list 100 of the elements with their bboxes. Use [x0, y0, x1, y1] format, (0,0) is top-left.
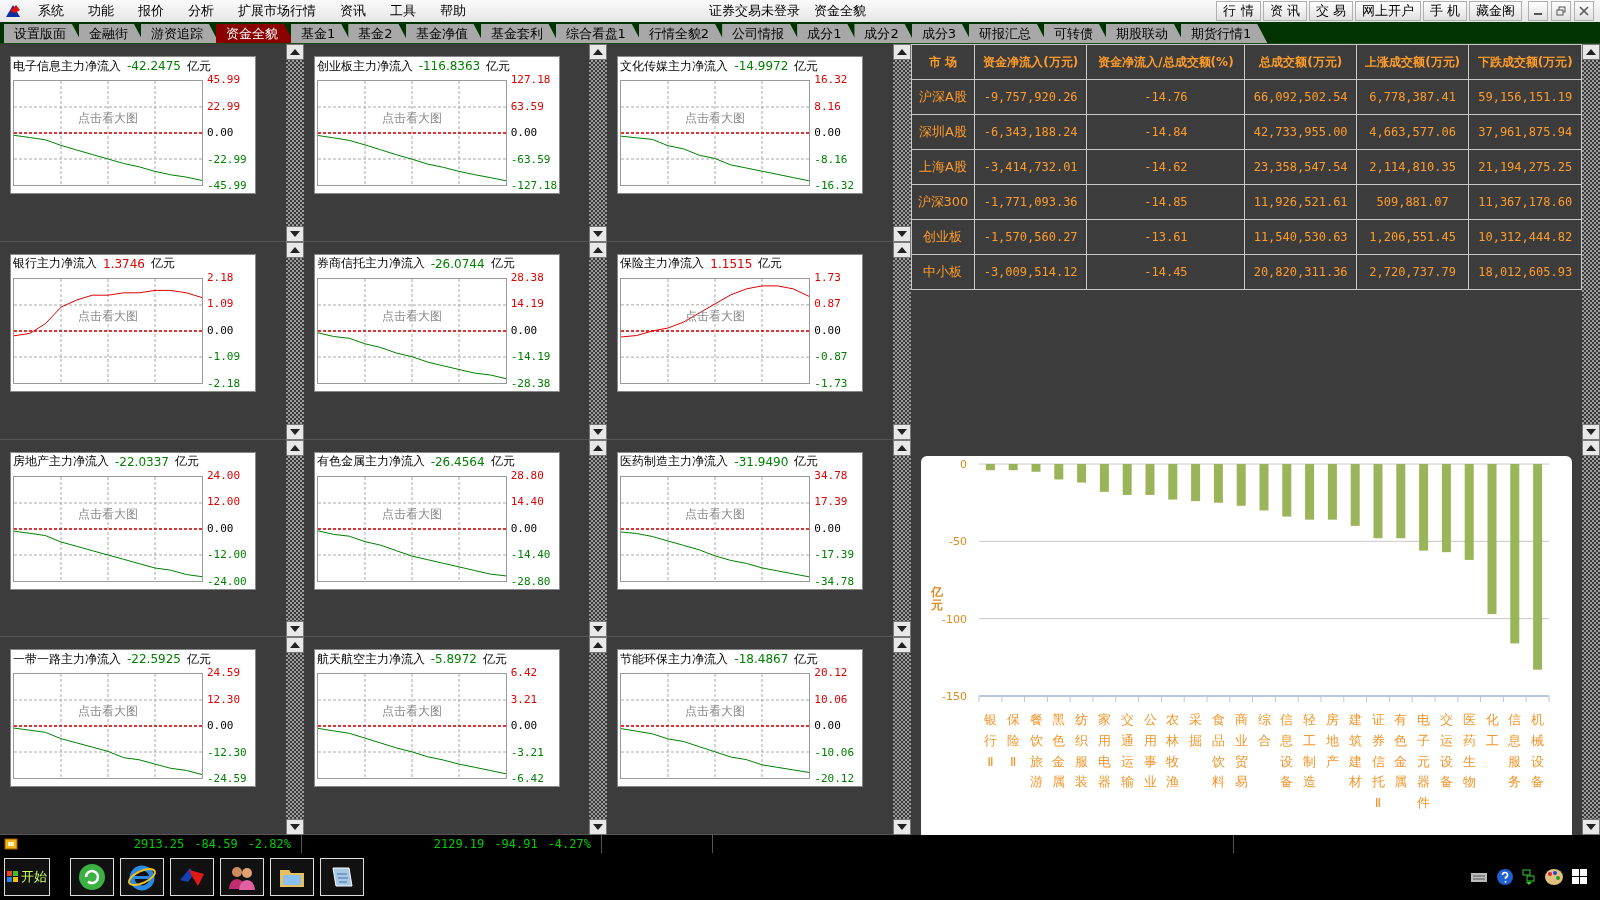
taskbar-button[interactable] — [170, 857, 214, 896]
chart-card[interactable]: 医药制造主力净流入 -31.9490 亿元 点击看大图 34.78 17.39 0.00 -17.39 -34.78 — [617, 451, 864, 590]
bar — [1327, 463, 1337, 520]
chart-card[interactable]: 文化传媒主力净流入 -14.9972 亿元 点击看大图 16.32 8.16 0.00 -8.16 -16.32 — [617, 56, 864, 194]
menu-item[interactable]: 分析 — [176, 2, 226, 20]
chart-card[interactable]: 创业板主力净流入 -116.8363 亿元 点击看大图 127.18 63.59 0.00 -63.59 -127.18 — [313, 56, 560, 194]
palette-icon[interactable] — [1544, 867, 1564, 886]
chart-card[interactable]: 一带一路主力净流入 -22.5925 亿元 点击看大图 24.59 12.30 0.00 -12.30 -24.59 — [10, 649, 256, 788]
category-label: 建筑建材 — [1348, 711, 1362, 789]
chart-card[interactable]: 有色金属主力净流入 -26.4564 亿元 点击看大图 28.80 14.40 0.00 -14.40 -28.80 — [313, 451, 560, 590]
toolbar-button[interactable]: 网上开户 — [1354, 1, 1421, 21]
tab[interactable]: 基金套利 — [480, 24, 559, 43]
toolbar-button[interactable]: 资 讯 — [1262, 1, 1307, 21]
column-header: 下跌成交额(万元) — [1468, 44, 1582, 80]
toolbar-button[interactable]: 行 情 — [1216, 1, 1261, 21]
tab[interactable]: 期货行情1 — [1180, 24, 1268, 43]
tab[interactable]: 设置版面 — [4, 24, 82, 43]
axis-tick-label: -22.99 — [207, 153, 247, 166]
start-button[interactable]: 开始 — [4, 857, 50, 896]
restore-button[interactable] — [1551, 1, 1571, 21]
axis-tick-label: -12.30 — [207, 746, 247, 759]
table-cell: 10,312,444.82 — [1468, 219, 1582, 255]
close-button[interactable] — [1574, 1, 1594, 21]
tab[interactable]: 金融街 — [79, 24, 144, 43]
chart-card[interactable]: 房地产主力净流入 -22.0337 亿元 点击看大图 24.00 12.00 0.00 -12.00 -24.00 — [10, 451, 256, 590]
chart-hint[interactable]: 点击看大图 — [78, 505, 138, 523]
axis-tick-label: 63.59 — [510, 100, 545, 113]
table-cell: 59,156,151.19 — [1468, 79, 1582, 115]
tab[interactable]: 成分2 — [854, 24, 915, 43]
scroll-down-button[interactable] — [589, 423, 608, 440]
chart-card[interactable]: 银行主力净流入 1.3746 亿元 点击看大图 2.18 1.09 0.00 -1.09 -2.18 — [10, 253, 256, 392]
axis-tick-label: -45.99 — [207, 180, 247, 192]
tab[interactable]: 基金净值 — [405, 24, 484, 43]
axis-tick-label: 1.73 — [814, 271, 842, 284]
chart-card[interactable]: 电子信息主力净流入 -42.2475 亿元 点击看大图 45.99 22.99 0.00 -22.99 -45.99 — [10, 56, 256, 194]
tab[interactable]: 游资追踪 — [141, 24, 219, 43]
scroll-down-button[interactable] — [589, 225, 608, 242]
table-cell: -14.62 — [1086, 149, 1245, 185]
help-icon[interactable] — [1496, 867, 1514, 886]
bar — [1236, 463, 1246, 506]
tab[interactable]: 综合看盘1 — [555, 24, 642, 43]
tab[interactable]: 期股联动 — [1105, 24, 1184, 43]
axis-tick-label: 12.00 — [207, 496, 242, 508]
bar — [1122, 463, 1132, 495]
chart-hint[interactable]: 点击看大图 — [381, 110, 442, 128]
tab[interactable]: 资金全貌 — [216, 24, 294, 43]
toolbar-button[interactable]: 藏金阁 — [1469, 1, 1522, 21]
tab[interactable]: 基金2 — [348, 24, 409, 43]
menu-item[interactable]: 功能 — [76, 2, 126, 20]
menu-item[interactable]: 系统 — [26, 2, 76, 20]
minimize-icon — [1534, 13, 1542, 15]
unit-label: 亿元 — [490, 453, 515, 470]
table-cell: 沪深300 — [911, 184, 975, 220]
taskbar-button[interactable] — [270, 857, 314, 896]
chart-hint[interactable]: 点击看大图 — [685, 505, 746, 523]
taskbar-button[interactable] — [220, 857, 264, 896]
category-label: 保险Ⅱ — [1006, 711, 1020, 769]
menu-item[interactable]: 工具 — [378, 2, 428, 20]
chart-card[interactable]: 航天航空主力净流入 -5.8972 亿元 点击看大图 6.42 3.21 0.00 -3.21 -6.42 — [313, 649, 560, 788]
chart-hint[interactable]: 点击看大图 — [381, 307, 442, 325]
chart-title: 券商信托主力净流入 — [316, 255, 425, 273]
chart-hint[interactable]: 点击看大图 — [381, 505, 442, 523]
chart-hint[interactable]: 点击看大图 — [685, 703, 746, 721]
menu-item[interactable]: 资讯 — [328, 2, 378, 20]
scroll-down-button[interactable] — [589, 621, 608, 638]
tab[interactable]: 可转债 — [1043, 24, 1109, 43]
axis-tick-label: -127.18 — [510, 180, 557, 192]
menu-item[interactable]: 帮助 — [428, 2, 478, 20]
windows-icon[interactable] — [1572, 868, 1588, 885]
chart-hint[interactable]: 点击看大图 — [685, 110, 746, 128]
flow-value: 1.1515 — [710, 256, 753, 271]
scroll-up-button[interactable] — [589, 637, 608, 654]
scroll-down-button[interactable] — [589, 819, 608, 835]
taskbar-button[interactable] — [70, 857, 114, 896]
axis-tick-label: 0.00 — [814, 324, 842, 337]
category-label: 信息设备 — [1280, 711, 1294, 789]
menu-item[interactable]: 报价 — [126, 2, 176, 20]
chart-hint[interactable]: 点击看大图 — [78, 110, 138, 128]
status-icon[interactable] — [4, 838, 18, 850]
scroll-up-button[interactable] — [589, 44, 608, 60]
chart-hint[interactable]: 点击看大图 — [78, 307, 138, 325]
toolbar-button[interactable]: 交 易 — [1308, 1, 1353, 21]
axis-tick-label: 8.16 — [814, 100, 842, 113]
minimize-button[interactable] — [1528, 1, 1548, 21]
tab[interactable]: 研报汇总 — [968, 24, 1047, 43]
chart-hint[interactable]: 点击看大图 — [381, 703, 442, 721]
table-cell: 509,881.07 — [1356, 184, 1469, 220]
toolbar-button[interactable]: 手 机 — [1422, 1, 1467, 21]
category-label: 轻工制造 — [1303, 711, 1317, 789]
chart-card[interactable]: 券商信托主力净流入 -26.0744 亿元 点击看大图 28.38 14.19 0.00 -14.19 -28.38 — [313, 253, 560, 392]
bar — [1350, 463, 1360, 526]
flow-value: -31.9490 — [734, 454, 789, 469]
menu-item[interactable]: 扩展市场行情 — [226, 2, 328, 20]
network-icon[interactable] — [1522, 867, 1536, 886]
taskbar-button[interactable] — [120, 857, 164, 896]
flow-value: -18.4867 — [734, 652, 789, 667]
chart-card[interactable]: 节能环保主力净流入 -18.4867 亿元 点击看大图 20.12 10.06 0.00 -10.06 -20.12 — [617, 649, 864, 788]
chart-hint[interactable]: 点击看大图 — [78, 703, 138, 721]
taskbar-button[interactable] — [320, 857, 364, 896]
tab[interactable]: 成分3 — [911, 24, 972, 43]
